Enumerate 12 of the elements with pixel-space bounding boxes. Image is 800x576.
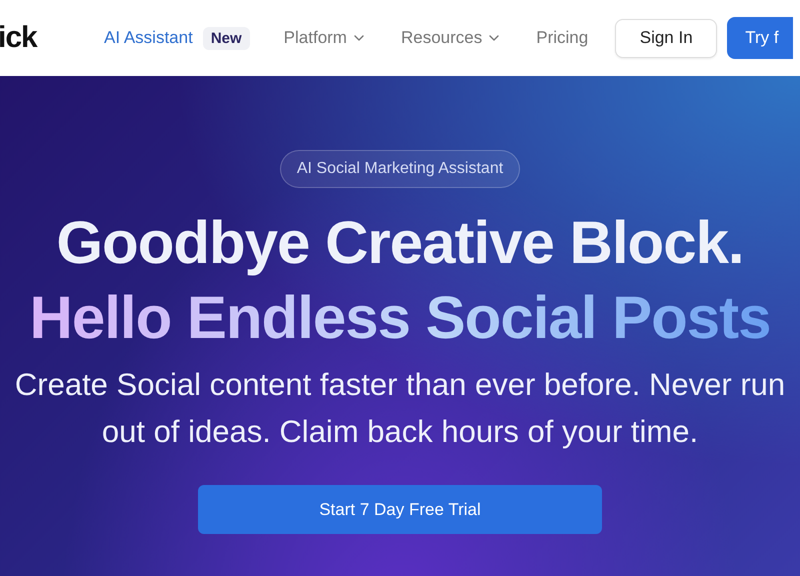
nav-link[interactable]: Resources	[400, 28, 502, 48]
nav-link[interactable]: Pricing	[536, 28, 588, 48]
headline: Goodbye Creative Block.	[56, 208, 744, 277]
try-button[interactable]: Try f	[727, 17, 793, 59]
sign-in-button[interactable]: Sign In	[615, 18, 718, 58]
new-tag: New	[202, 26, 250, 50]
free-trial-button[interactable]: Start 7 Day Free Trial	[198, 485, 602, 534]
nav-link[interactable]: Platform	[284, 28, 367, 48]
nav-link[interactable]: AI Assistant	[104, 28, 193, 48]
logo[interactable]: ick	[0, 21, 88, 55]
subtitle: Create Social content faster than ever before. Never run out of ideas. Claim back hours of your time.	[14, 366, 786, 450]
hero-tag: AI Social Marketing Assistant	[280, 150, 520, 188]
